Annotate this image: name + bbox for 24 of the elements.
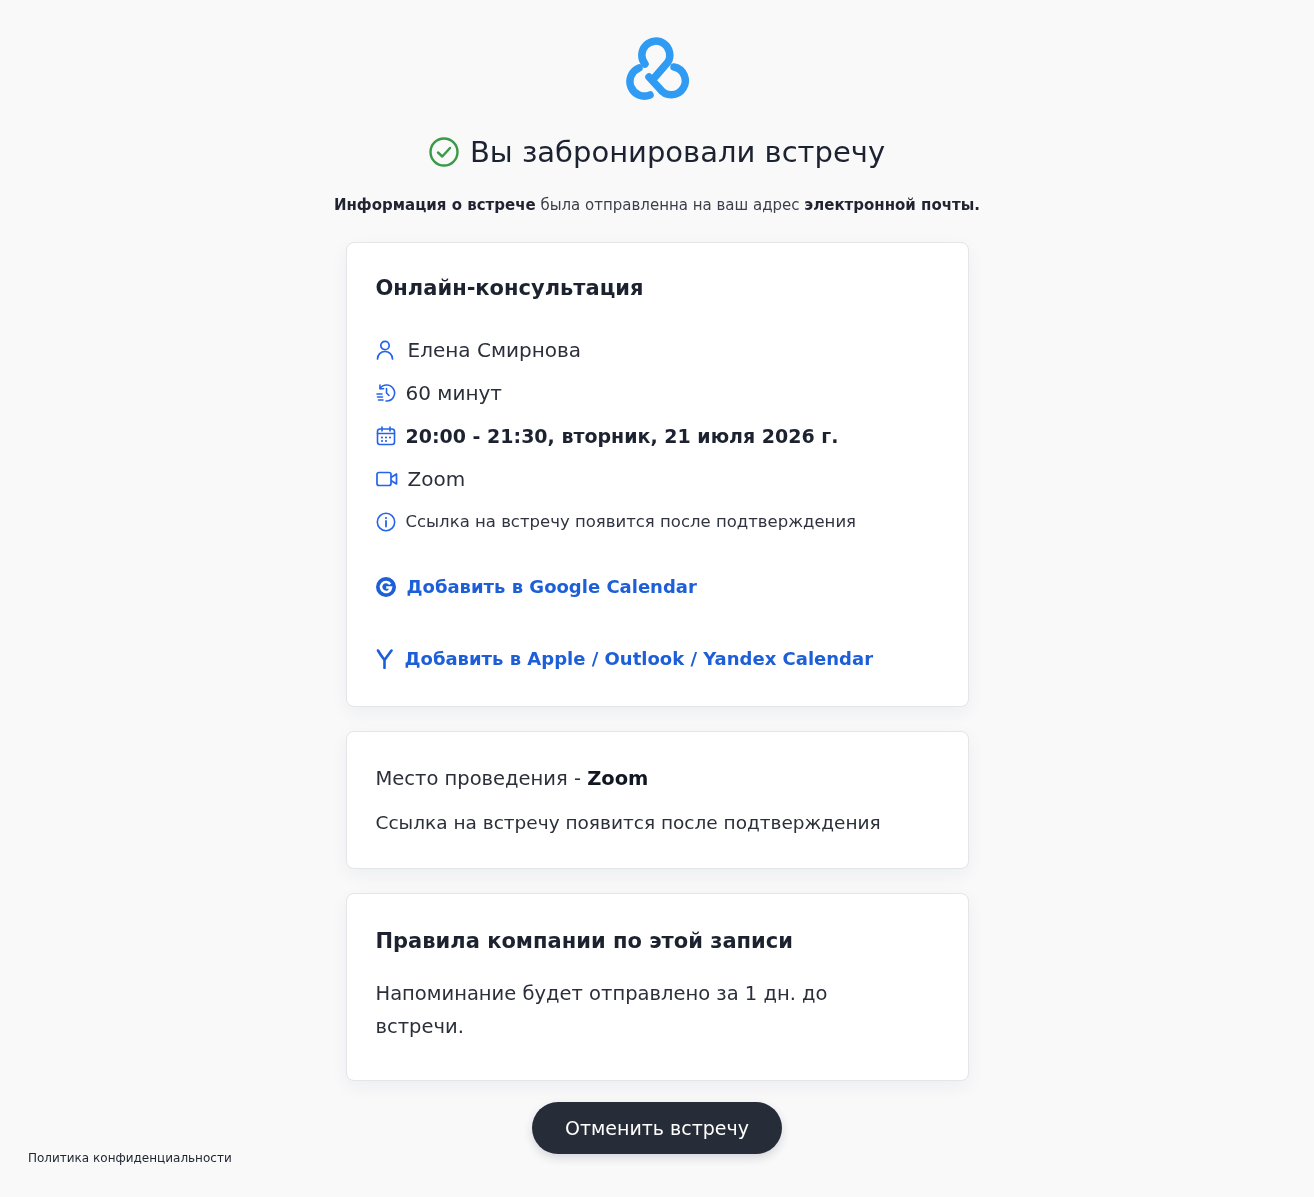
person-icon — [375, 339, 394, 360]
page-title: Вы забронировали встречу — [469, 134, 886, 171]
g-circle-icon — [375, 576, 396, 597]
confirmation-notice: Информация о встрече была отправленна на ваш адрес электронной почты. — [333, 195, 981, 216]
cancel-meeting-button[interactable]: Отменить встречу — [531, 1102, 783, 1154]
privacy-policy-link[interactable]: Политика конфиденциальности — [28, 1150, 232, 1166]
google-calendar-link[interactable]: Добавить в Google Calendar — [375, 565, 697, 608]
info-icon — [375, 511, 396, 532]
duration-text: 60 минут — [405, 380, 502, 405]
rules-text: Напоминание будет отправлено за 1 дн. до встречи. — [375, 981, 829, 1040]
location-text: Место проведения - Zoom — [375, 766, 650, 792]
date-time-text: 20:00 - 21:30, вторник, 21 июля 2026 г. — [405, 424, 839, 447]
rules-title: Правила компании по этой записи — [375, 928, 794, 955]
link-notice: Ссылка на встречу появится после подтверждения — [405, 512, 857, 531]
platform-name: Zoom — [407, 466, 466, 491]
video-camera-icon — [375, 470, 398, 487]
calendar-icon — [375, 425, 396, 446]
clock-icon — [375, 382, 396, 403]
check-circle-icon — [428, 137, 459, 167]
host-name: Елена Смирнова — [407, 337, 581, 362]
service-title: Онлайн-консультация — [375, 275, 645, 302]
other-calendar-link[interactable]: Добавить в Apple / Outlook / Yandex Calendar — [375, 637, 873, 680]
letter-y-icon — [375, 648, 394, 669]
location-note: Ссылка на встречу появится после подтверждения — [375, 811, 882, 835]
